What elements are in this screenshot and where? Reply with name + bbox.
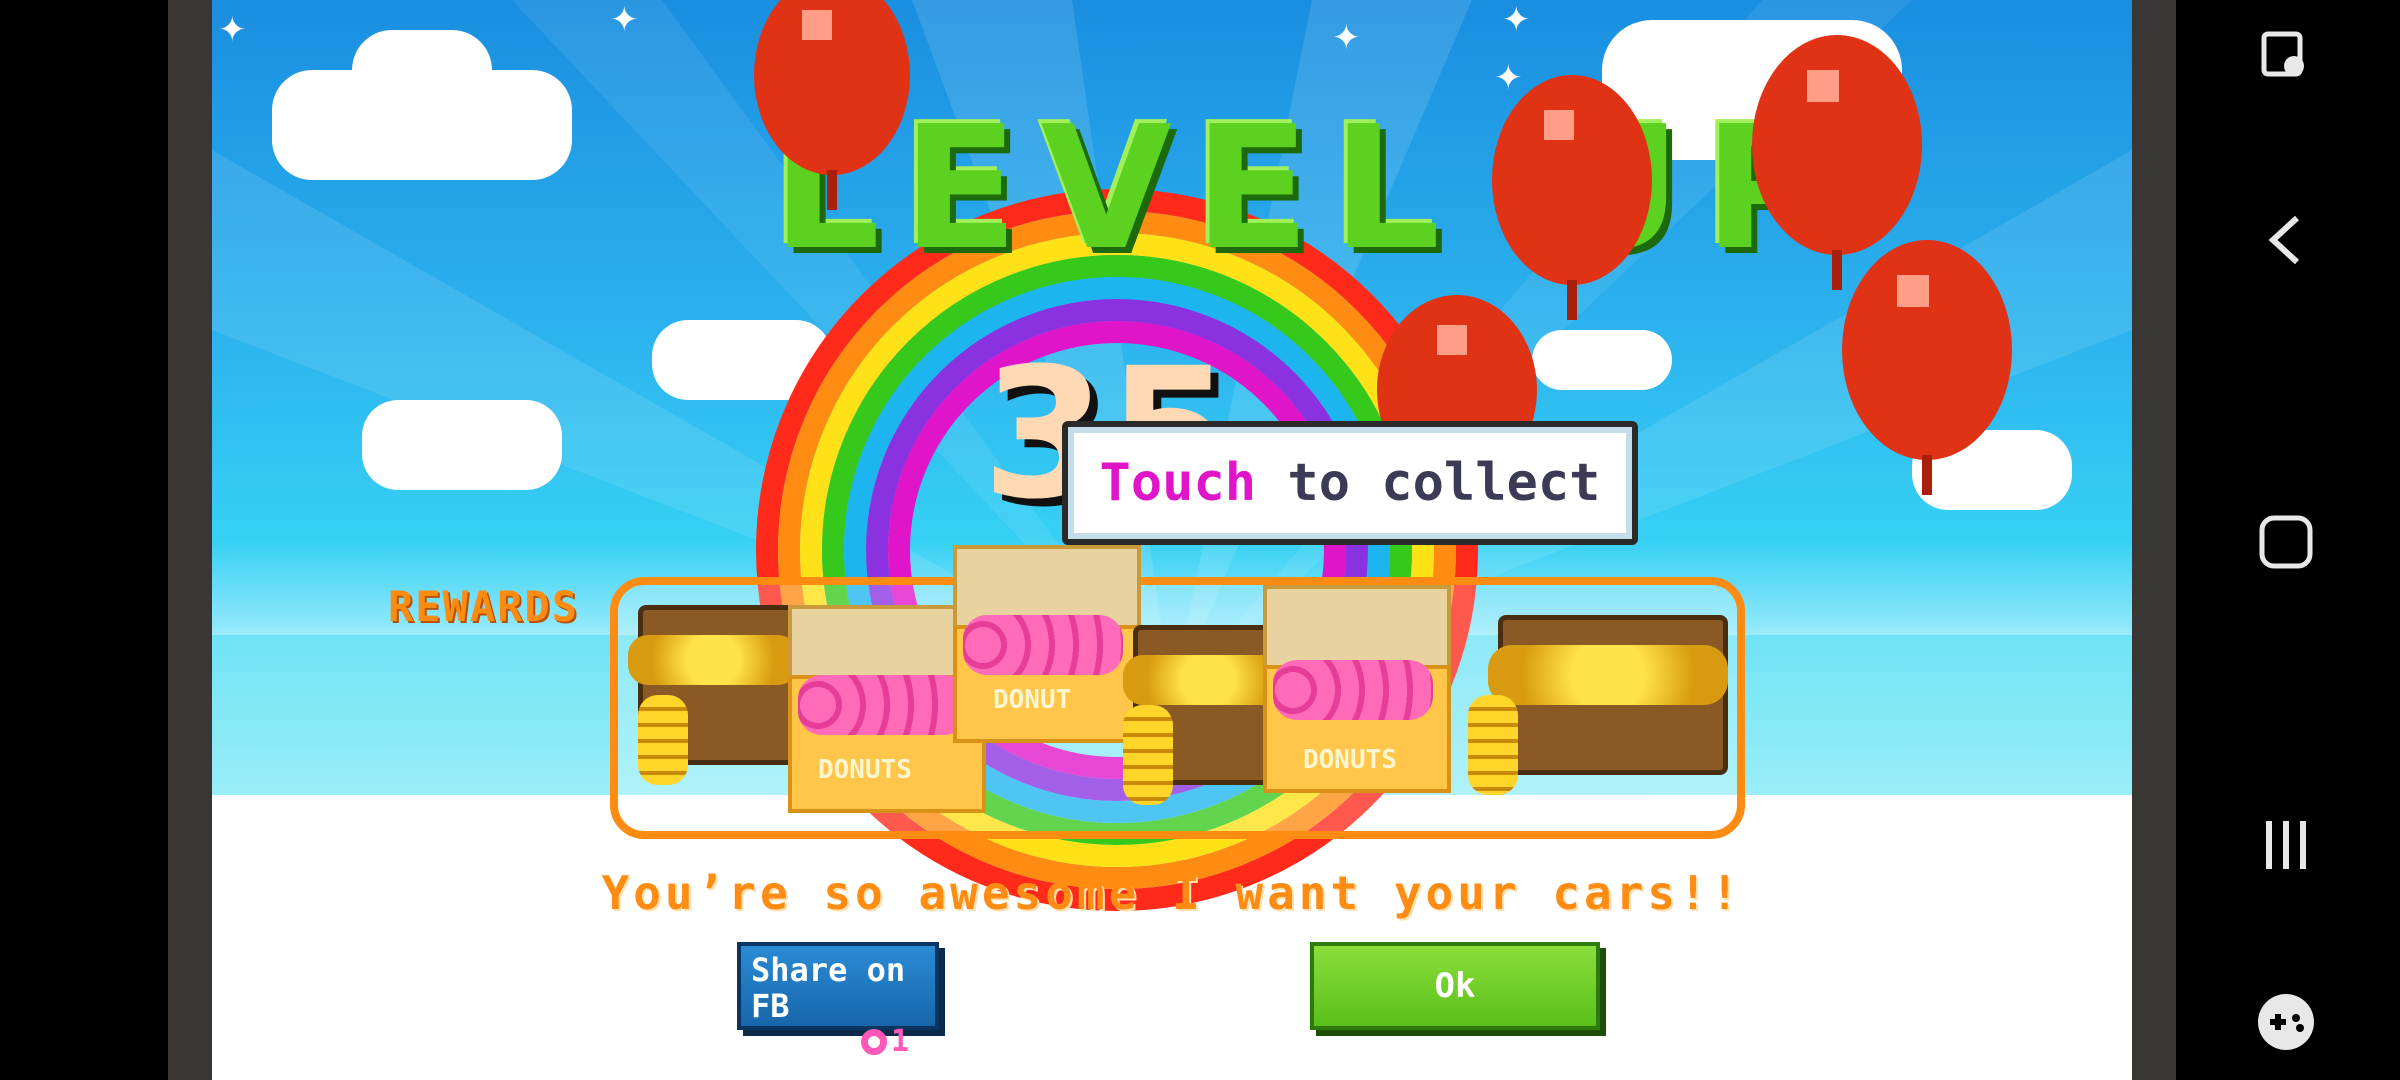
level-up-title: LEVEL UP [772, 90, 1851, 288]
left-frame [168, 0, 212, 1080]
reward-donut-box[interactable]: DONUT [953, 545, 1141, 745]
sparkle-icon: ✦ [610, 0, 639, 40]
share-cost-value: 1 [891, 1024, 910, 1059]
left-bezel [0, 0, 212, 1080]
cloud [352, 30, 492, 120]
reward-coin-chest[interactable] [1458, 585, 1738, 815]
level-up-message: You’re so awesome I want your cars!! [601, 866, 1743, 920]
sparkle-icon: ✦ [1332, 18, 1361, 58]
level-up-screen: ✦ ✦ ✦ ✦ ✦ LEVEL UP 35 REWARDS [212, 0, 2132, 1080]
donut-box-label: DONUT [993, 685, 1072, 715]
donut-icon [861, 1029, 887, 1055]
rewards-panel[interactable]: DONUTS DONUT DONUTS [610, 545, 1745, 839]
balloon [1842, 240, 2012, 495]
back-icon[interactable] [2236, 190, 2336, 290]
screen-touch-icon[interactable] [2236, 8, 2336, 108]
balloon [754, 0, 910, 210]
donut-box-label: DONUTS [1303, 745, 1397, 775]
cloud [362, 400, 562, 490]
tooltip-text: to collect [1256, 453, 1601, 513]
touch-to-collect-tooltip[interactable]: Touch to collect [1062, 421, 1638, 545]
game-controller-icon[interactable] [2236, 972, 2336, 1072]
tooltip-highlight: Touch [1099, 453, 1257, 513]
reward-coin-chest[interactable] [628, 575, 798, 795]
sparkle-icon: ✦ [1502, 0, 1531, 40]
donut-icon [798, 675, 968, 735]
donut-icon [1273, 660, 1433, 720]
sparkle-icon: ✦ [218, 10, 247, 50]
donut-icon [963, 615, 1123, 675]
home-icon[interactable] [2236, 492, 2336, 592]
rewards-label: REWARDS [388, 582, 580, 631]
share-cost: 1 [861, 1024, 925, 1060]
share-button-label: Share on FB [751, 951, 906, 1025]
right-frame [2132, 0, 2176, 1080]
system-navigation-bar [2176, 0, 2400, 1080]
reward-donut-box[interactable]: DONUTS [788, 605, 986, 813]
donut-box-label: DONUTS [818, 755, 912, 785]
gold-coin-icon [1468, 695, 1518, 795]
share-on-fb-button[interactable]: Share on FB 1 [737, 942, 939, 1059]
gold-coin-icon [638, 695, 688, 785]
reward-donut-box[interactable]: DONUTS [1263, 585, 1451, 795]
gold-coin-icon [1123, 705, 1173, 805]
ok-button[interactable]: Ok [1310, 942, 1600, 1030]
recents-icon[interactable] [2236, 795, 2336, 895]
